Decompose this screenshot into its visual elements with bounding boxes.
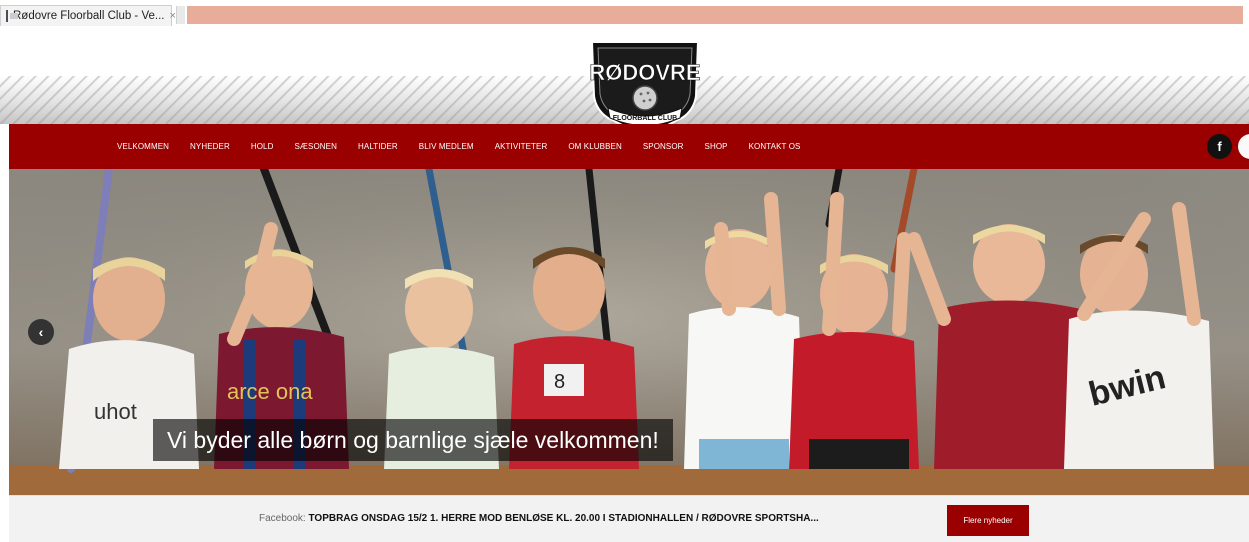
main-nav: VELKOMMEN NYHEDER HOLD SÆSONEN HALTIDER …	[9, 124, 1249, 169]
nav-item-velkommen[interactable]: VELKOMMEN	[117, 142, 169, 151]
logo-top-text: RØDOVRE	[589, 60, 700, 85]
nav-item-om-klubben[interactable]: OM KLUBBEN	[568, 142, 621, 151]
nav-item-bliv-medlem[interactable]: BLIV MEDLEM	[419, 142, 474, 151]
browser-tabstrip: Rødovre Floorball Club - Ve... ×	[0, 0, 1249, 26]
nav-item-nyheder[interactable]: NYHEDER	[190, 142, 230, 151]
logo-bottom-text: FLOORBALL CLUB	[613, 115, 677, 122]
nav-item-aktiviteter[interactable]: AKTIVITETER	[495, 142, 548, 151]
site-header: RØDOVRE FLOORBALL CLUB	[0, 26, 1249, 124]
svg-text:uhot: uhot	[94, 399, 137, 424]
tab-title: Rødovre Floorball Club - Ve...	[13, 10, 165, 22]
nav-item-sponsor[interactable]: SPONSOR	[643, 142, 684, 151]
shirt-text-1: arce ona	[227, 379, 313, 404]
more-news-button[interactable]: Flere nyheder	[947, 505, 1029, 536]
news-ticker: Facebook: TOPBRAG ONSDAG 15/2 1. HERRE M…	[9, 495, 1249, 542]
nav-item-hold[interactable]: HOLD	[251, 142, 274, 151]
ticker-text[interactable]: Facebook: TOPBRAG ONSDAG 15/2 1. HERRE M…	[259, 513, 819, 524]
social-icon[interactable]	[1238, 134, 1249, 159]
nav-item-kontakt-os[interactable]: KONTAKT OS	[749, 142, 801, 151]
new-tab-button[interactable]	[176, 6, 185, 24]
floorball-ball-icon	[632, 85, 658, 111]
facebook-icon[interactable]: f	[1207, 134, 1232, 159]
ticker-headline[interactable]: TOPBRAG ONSDAG 15/2 1. HERRE MOD BENLØSE…	[308, 513, 818, 524]
club-logo[interactable]: RØDOVRE FLOORBALL CLUB	[582, 36, 708, 124]
nav-menu: VELKOMMEN NYHEDER HOLD SÆSONEN HALTIDER …	[117, 124, 821, 169]
browser-tab[interactable]: Rødovre Floorball Club - Ve... ×	[0, 5, 176, 26]
nav-item-haltider[interactable]: HALTIDER	[358, 142, 398, 151]
nav-item-saesonen[interactable]: SÆSONEN	[295, 142, 338, 151]
tabstrip-background	[187, 6, 1243, 24]
ticker-source-label: Facebook:	[259, 513, 306, 524]
tab-close-icon[interactable]: ×	[169, 10, 175, 22]
slide-caption: Vi byder alle børn og barnlige sjæle vel…	[153, 419, 673, 461]
shirt-text-2: 8	[554, 371, 565, 393]
favicon-icon	[6, 10, 18, 22]
nav-item-shop[interactable]: SHOP	[705, 142, 728, 151]
hero-slider: uhot arce ona 8 bwin ‹ Vi byder alle bør…	[9, 169, 1249, 495]
slider-prev-button[interactable]: ‹	[28, 319, 54, 345]
